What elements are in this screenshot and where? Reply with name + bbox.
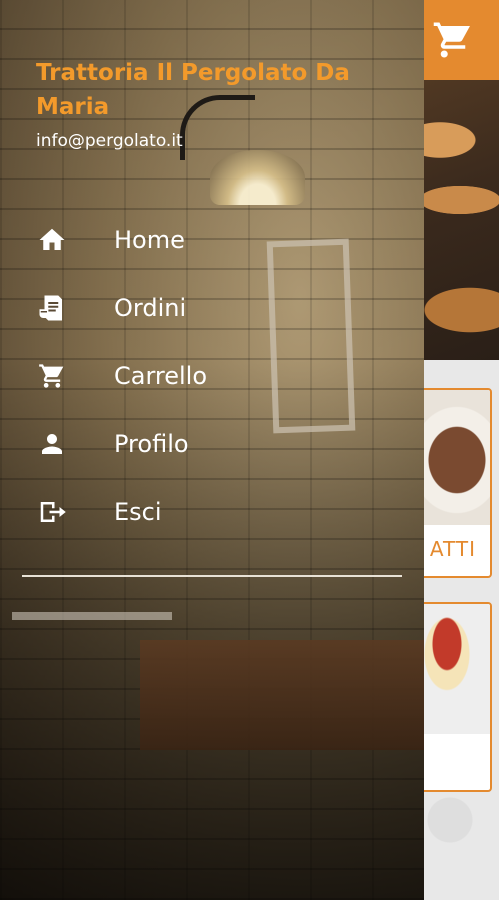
user-icon xyxy=(36,428,68,460)
restaurant-name: Trattoria Il Pergolato Da Maria xyxy=(36,60,350,120)
navigation-drawer: Trattoria Il Pergolato Da Maria info@per… xyxy=(0,0,424,900)
lamp-shade-decoration xyxy=(210,150,305,205)
menu-item-label: Home xyxy=(114,226,185,254)
logout-icon xyxy=(36,496,68,528)
restaurant-email: info@pergolato.it xyxy=(36,131,183,151)
menu-item-ordini[interactable]: Ordini xyxy=(0,274,424,342)
cart-button[interactable] xyxy=(427,14,479,66)
receipt-icon xyxy=(36,292,68,324)
drawer-header: Trattoria Il Pergolato Da Maria info@per… xyxy=(36,56,386,152)
shopping-cart-icon xyxy=(36,360,68,392)
menu-item-profilo[interactable]: Profilo xyxy=(0,410,424,478)
drawer-divider xyxy=(22,575,402,577)
menu-item-esci[interactable]: Esci xyxy=(0,478,424,546)
menu-item-home[interactable]: Home xyxy=(0,206,424,274)
table-decoration xyxy=(140,640,424,750)
drawer-menu: Home Ordini Carrello Profilo Esci xyxy=(0,206,424,546)
home-icon xyxy=(36,224,68,256)
shopping-cart-icon xyxy=(433,22,470,58)
menu-item-label: Esci xyxy=(114,498,162,526)
menu-item-label: Profilo xyxy=(114,430,189,458)
menu-item-label: Ordini xyxy=(114,294,187,322)
menu-item-carrello[interactable]: Carrello xyxy=(0,342,424,410)
menu-item-label: Carrello xyxy=(114,362,208,390)
chair-decoration xyxy=(12,612,172,650)
